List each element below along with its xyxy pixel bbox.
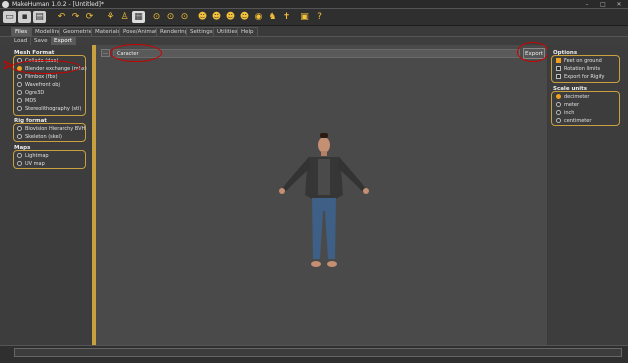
radio-dot [17,126,22,131]
rig-format-group: Biovision Hierarchy BVH Skeleton (skel) [13,123,86,142]
toolbar: ▭ ▪ ▤ ↶ ↷ ⟳ ⚘ ♙ ▦ ⊙ ⊙ ⊙ ☻ ☻ ☻ ☻ ◉ ♞ ✝ ▣ … [0,9,628,26]
radio-dot [17,161,22,166]
maximize-button[interactable]: □ [596,1,610,8]
checkbox-checked [556,58,561,63]
face-view-icon[interactable]: ☻ [196,11,209,23]
radio-md5[interactable]: MD5 [17,97,36,105]
main-tab-bar: Files Modelling Geometries Materials Pos… [0,26,628,36]
checkbox-unchecked [556,74,561,79]
title-bar: MakeHuman 1.0.2 - [Untitled]* – □ ✕ [0,0,628,9]
viewport-splitter[interactable] [92,45,96,345]
pose-icon[interactable]: ♞ [266,11,279,23]
radio-meter[interactable]: meter [556,101,579,109]
back-view-icon[interactable]: ☻ [238,11,251,23]
radio-ogre3d[interactable]: Ogre3D [17,89,44,97]
annotation-circle [517,42,549,62]
checkbox-unchecked [556,66,561,71]
3d-viewport[interactable] [92,45,547,345]
radio-skel[interactable]: Skeleton (skel) [17,133,62,141]
help-icon[interactable]: ? [313,11,326,23]
eye-icon[interactable]: ◉ [252,11,265,23]
options-group: Feet on ground Rotation limits Export fo… [551,55,620,83]
filename-input[interactable]: Caracter [113,49,520,58]
scale-units-group: decimeter meter inch centimeter [551,91,620,126]
human-model [279,133,369,267]
smooth-icon[interactable]: ⚘ [104,11,117,23]
radio-dot-selected [556,94,561,99]
radio-dot [17,90,22,95]
radio-dot [556,118,561,123]
app-icon [2,1,9,8]
checkbox-feet-on-ground[interactable]: Feet on ground [556,57,602,65]
radio-dot [17,74,22,79]
radio-decimeter[interactable]: decimeter [556,93,589,101]
tab-settings[interactable]: Settings [186,27,217,36]
top-view-icon[interactable]: ⊙ [178,11,191,23]
radio-bvh[interactable]: Biovision Hierarchy BVH [17,125,85,133]
radio-dot [556,102,561,107]
radio-wavefront[interactable]: Wavefront obj [17,81,60,89]
annotation-circle [110,44,162,62]
redo-icon[interactable]: ↷ [69,11,82,23]
radio-uv-map[interactable]: UV map [17,160,45,168]
right-panel: Options Feet on ground Rotation limits E… [548,45,628,345]
skeleton-icon[interactable]: ✝ [280,11,293,23]
undo-icon[interactable]: ↶ [55,11,68,23]
radio-lightmap[interactable]: Lightmap [17,152,49,160]
left-view-icon[interactable]: ☻ [210,11,223,23]
close-button[interactable]: ✕ [612,1,626,8]
browse-button[interactable]: ... [101,49,110,57]
screenshot-icon[interactable]: ▣ [298,11,311,23]
radio-dot [556,110,561,115]
export-icon[interactable]: ▤ [33,11,46,23]
new-icon[interactable]: ▭ [3,11,16,23]
radio-dot [17,98,22,103]
tab-files[interactable]: Files [11,27,32,36]
maps-group: Lightmap UV map [13,150,86,169]
minimize-button[interactable]: – [580,1,594,8]
background-icon[interactable]: ▦ [132,11,145,23]
tab-help[interactable]: Help [237,27,258,36]
right-view-icon[interactable]: ☻ [224,11,237,23]
wireframe-icon[interactable]: ♙ [118,11,131,23]
front-view-icon[interactable]: ⊙ [150,11,163,23]
left-panel: Mesh Format Collada (dae) Blender exchan… [0,45,91,345]
reset-icon[interactable]: ⟳ [83,11,96,23]
radio-dot [17,106,22,111]
radio-inch[interactable]: inch [556,109,574,117]
radio-stl[interactable]: Stereolithography (stl) [17,105,81,113]
side-view-icon[interactable]: ⊙ [164,11,177,23]
status-field [14,348,622,357]
checkbox-rotation-limits[interactable]: Rotation limits [556,65,600,73]
window-title: MakeHuman 1.0.2 - [Untitled]* [12,1,105,8]
radio-filmbox[interactable]: Filmbox (fbx) [17,73,58,81]
annotation-circle [11,60,81,74]
radio-dot [17,82,22,87]
checkbox-export-rigify[interactable]: Export for Rigify [556,73,604,81]
radio-dot [17,134,22,139]
radio-centimeter[interactable]: centimeter [556,117,591,125]
annotation-arrow [3,60,13,70]
radio-dot [17,153,22,158]
save-icon[interactable]: ▪ [18,11,31,23]
